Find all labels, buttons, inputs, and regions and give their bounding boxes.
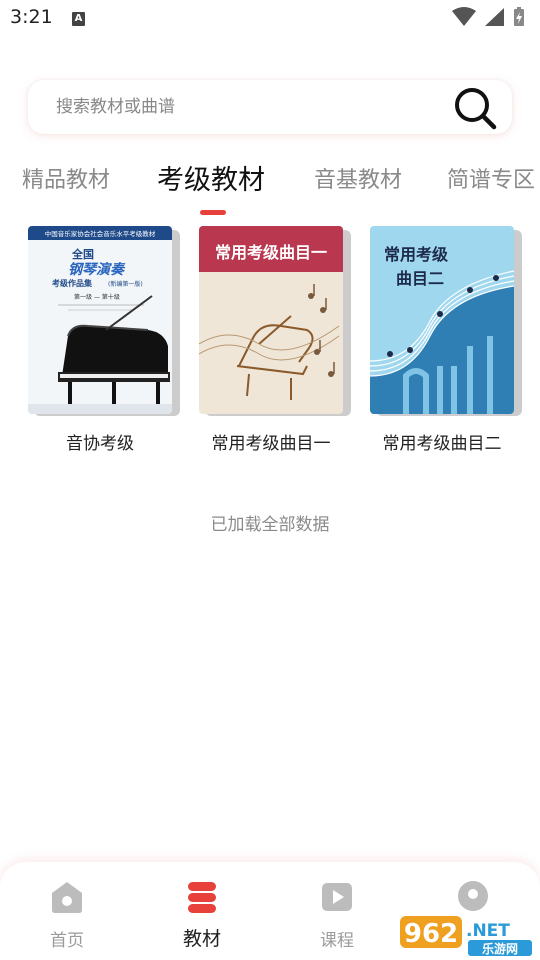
cover-line2: 曲目二: [396, 269, 444, 288]
site-watermark-logo: 962 .NET 乐游网: [400, 916, 532, 956]
wifi-icon: [452, 7, 476, 26]
app-screen: 3:21 A 精品教材 考级教材 音基教材 简谱专区: [0, 0, 540, 960]
cover-line2: 钢琴演奏: [68, 261, 126, 278]
tab-music-basics[interactable]: 音基教材: [314, 162, 402, 194]
book-cover[interactable]: 常用考级 曲目二: [370, 226, 514, 414]
book-card[interactable]: 常用考级曲目一 常用考级曲目一: [199, 226, 351, 454]
cover-header: 中国音乐家协会社会音乐水平考级教材: [45, 229, 156, 238]
piano-illustration: [58, 295, 170, 408]
nav-item-home[interactable]: 首页: [22, 876, 112, 956]
load-complete-message: 已加载全部数据: [210, 515, 330, 535]
nav-item-textbooks[interactable]: 教材: [157, 876, 247, 956]
signal-icon: [485, 8, 504, 26]
book-cover[interactable]: 常用考级曲目一: [199, 226, 343, 414]
status-time: 3:21: [10, 6, 53, 28]
cover-banner: 常用考级曲目一: [215, 243, 327, 262]
textbook-icon: [188, 882, 216, 913]
active-tab-indicator: [200, 210, 226, 215]
watermark-number: 962: [404, 919, 458, 949]
watermark-subtitle: 乐游网: [482, 941, 518, 956]
category-tabs: 精品教材 考级教材 音基教材 简谱专区: [0, 150, 540, 220]
nav-label: 教材: [182, 928, 221, 950]
nav-label: 首页: [50, 931, 84, 951]
book-title[interactable]: 音协考级: [28, 429, 172, 454]
home-icon: [52, 882, 82, 913]
nav-label: 课程: [320, 931, 354, 951]
cover-line1: 全国: [71, 247, 94, 261]
cover-line3b: (新编第一版): [108, 280, 143, 288]
tab-grading-textbooks[interactable]: 考级教材: [157, 158, 265, 197]
status-bar: 3:21 A: [0, 0, 540, 36]
search-input[interactable]: [56, 80, 436, 134]
search-icon[interactable]: [452, 85, 498, 131]
book-card[interactable]: 常用考级 曲目二 常用考级曲目二: [370, 226, 522, 454]
battery-icon: [514, 7, 524, 26]
cover-line3: 考级作品集: [52, 278, 93, 288]
nav-item-courses[interactable]: 课程: [292, 876, 382, 956]
tab-premium-textbooks[interactable]: 精品教材: [22, 162, 110, 194]
music-notes: [308, 284, 335, 377]
tab-numbered-notation[interactable]: 简谱专区: [447, 162, 535, 194]
wave-staff-graphic: [370, 270, 514, 414]
search-bar: [28, 80, 512, 134]
status-icons: [452, 7, 524, 26]
book-card[interactable]: 中国音乐家协会社会音乐水平考级教材 全国 钢琴演奏 考级作品集 (新编第一版) …: [28, 226, 180, 454]
profile-icon: [458, 881, 488, 911]
cover-line4: 第一级 — 第十级: [74, 293, 120, 301]
course-play-icon: [322, 883, 352, 911]
watermark-suffix: .NET: [466, 921, 510, 941]
piano-sketch-illustration: [199, 315, 340, 400]
book-title[interactable]: 常用考级曲目二: [370, 429, 514, 454]
book-title[interactable]: 常用考级曲目一: [199, 429, 343, 454]
cover-line1: 常用考级: [384, 245, 449, 264]
book-cover[interactable]: 中国音乐家协会社会音乐水平考级教材 全国 钢琴演奏 考级作品集 (新编第一版) …: [28, 226, 172, 414]
notification-icon: A: [72, 12, 85, 26]
